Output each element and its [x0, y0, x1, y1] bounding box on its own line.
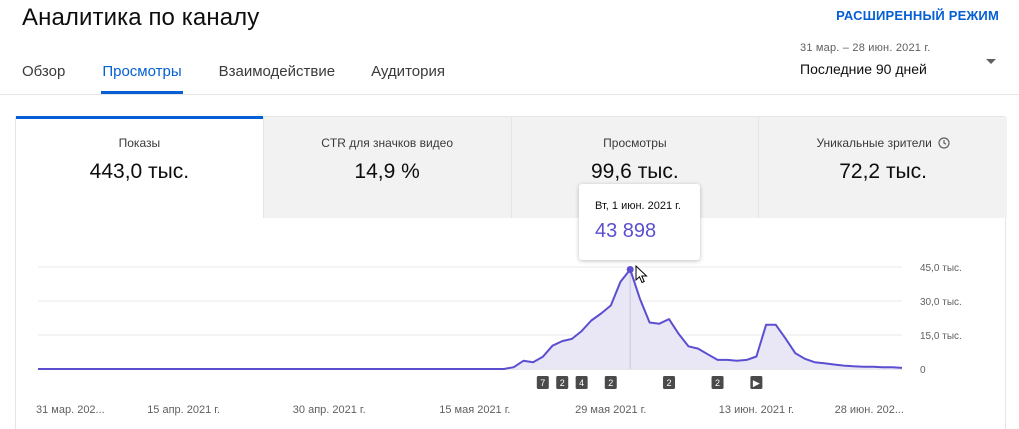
x-axis-ticks: 31 мар. 202... 15 апр. 2021 г. 30 апр. 202… — [36, 404, 904, 416]
video-marker-label: 4 — [579, 378, 584, 388]
y-tick-label: 15,0 тыс. — [920, 331, 962, 342]
tooltip-date: Вт, 1 июн. 2021 г. — [595, 200, 681, 212]
views-chart: 45,0 тыс. 30,0 тыс. 15,0 тыс. 0 31 мар. 202… — [36, 263, 962, 416]
x-tick-label: 15 мая 2021 г. — [439, 404, 510, 416]
video-marker[interactable]: 2 — [604, 376, 617, 389]
video-marker[interactable]: 2 — [711, 376, 724, 389]
video-marker[interactable]: 4 — [575, 376, 588, 389]
video-marker-label: 2 — [715, 378, 720, 388]
video-marker[interactable]: 2 — [663, 376, 676, 389]
x-tick-label: 30 апр. 2021 г. — [293, 404, 366, 416]
x-tick-label: 31 мар. 202... — [36, 404, 105, 416]
video-marker-label: 7 — [540, 378, 545, 388]
video-marker-label: ▶ — [753, 378, 760, 388]
video-marker[interactable]: 2 — [556, 376, 569, 389]
highlight-point[interactable] — [626, 265, 634, 273]
x-tick-label: 29 мая 2021 г. — [575, 404, 646, 416]
y-tick-label: 45,0 тыс. — [920, 263, 962, 274]
x-tick-label: 28 июн. 202... — [835, 404, 904, 416]
y-tick-label: 0 — [920, 365, 926, 376]
video-marker-label: 2 — [560, 378, 565, 388]
chart-tooltip: Вт, 1 июн. 2021 г. 43 898 — [579, 184, 700, 260]
video-marker[interactable]: 7 — [536, 376, 549, 389]
video-marker-label: 2 — [667, 378, 672, 388]
x-tick-label: 13 июн. 2021 г. — [719, 404, 794, 416]
video-markers: 7 2 4 2 2 2 ▶ — [536, 376, 763, 389]
chart-area-fill — [38, 269, 902, 369]
cursor-icon — [635, 265, 648, 284]
y-axis-ticks: 45,0 тыс. 30,0 тыс. 15,0 тыс. 0 — [920, 263, 962, 376]
y-tick-label: 30,0 тыс. — [920, 297, 962, 308]
video-marker[interactable]: ▶ — [750, 376, 763, 389]
x-tick-label: 15 апр. 2021 г. — [147, 404, 220, 416]
tooltip-value: 43 898 — [595, 220, 657, 242]
video-marker-label: 2 — [608, 378, 613, 388]
